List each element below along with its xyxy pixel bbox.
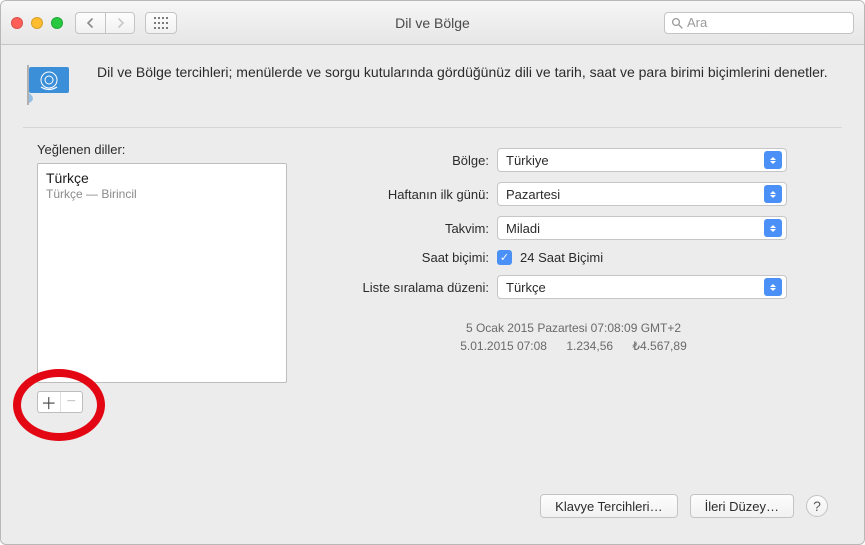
advanced-button[interactable]: İleri Düzey… bbox=[690, 494, 794, 518]
weekstart-select[interactable]: Pazartesi bbox=[497, 182, 787, 206]
chevron-left-icon bbox=[86, 18, 95, 28]
calendar-select[interactable]: Miladi bbox=[497, 216, 787, 240]
close-window-button[interactable] bbox=[11, 17, 23, 29]
language-name: Türkçe bbox=[46, 170, 278, 186]
preferences-window: Dil ve Bölge Ara Dil ve Bölge tercihleri… bbox=[0, 0, 865, 545]
region-row: Bölge: Türkiye bbox=[319, 148, 828, 172]
preferred-languages-column: Yeğlenen diller: Türkçe Türkçe — Birinci… bbox=[37, 142, 287, 431]
preferred-languages-label: Yeğlenen diller: bbox=[37, 142, 287, 157]
bottom-button-bar: Klavye Tercihleri… İleri Düzey… ? bbox=[37, 480, 828, 518]
sortorder-select[interactable]: Türkçe bbox=[497, 275, 787, 299]
language-subtitle: Türkçe — Birincil bbox=[46, 187, 278, 201]
show-all-button[interactable] bbox=[145, 12, 177, 34]
settings-panel: Yeğlenen diller: Türkçe Türkçe — Birinci… bbox=[23, 127, 842, 528]
list-item[interactable]: Türkçe Türkçe — Birincil bbox=[46, 170, 278, 201]
search-placeholder: Ara bbox=[687, 15, 707, 30]
sample-currency: ₺4.567,89 bbox=[632, 339, 686, 353]
titlebar: Dil ve Bölge Ara bbox=[1, 1, 864, 45]
region-label: Bölge: bbox=[319, 153, 489, 168]
window-controls bbox=[11, 17, 63, 29]
calendar-value: Miladi bbox=[506, 221, 540, 236]
add-remove-wrap: ＋ − bbox=[37, 391, 91, 431]
pane-description: Dil ve Bölge tercihleri; menülerde ve so… bbox=[97, 63, 828, 82]
minus-icon: − bbox=[67, 393, 76, 411]
grid-icon bbox=[154, 17, 168, 29]
format-sample: 5 Ocak 2015 Pazartesi 07:08:09 GMT+2 5.0… bbox=[319, 319, 828, 355]
back-button[interactable] bbox=[75, 12, 105, 34]
search-icon bbox=[671, 17, 683, 29]
sortorder-row: Liste sıralama düzeni: Türkçe bbox=[319, 275, 828, 299]
zoom-window-button[interactable] bbox=[51, 17, 63, 29]
sample-date: 5.01.2015 07:08 bbox=[460, 339, 547, 353]
forward-button[interactable] bbox=[105, 12, 135, 34]
timeformat-checkbox[interactable]: ✓ 24 Saat Biçimi bbox=[497, 250, 603, 265]
un-flag-icon bbox=[23, 63, 79, 107]
add-language-button[interactable]: ＋ bbox=[38, 392, 60, 412]
content-area: Dil ve Bölge tercihleri; menülerde ve so… bbox=[1, 45, 864, 544]
chevron-updown-icon bbox=[764, 151, 782, 169]
sortorder-value: Türkçe bbox=[506, 280, 546, 295]
sortorder-label: Liste sıralama düzeni: bbox=[319, 280, 489, 295]
timeformat-label: Saat biçimi: bbox=[319, 250, 489, 265]
region-value: Türkiye bbox=[506, 153, 549, 168]
search-field[interactable]: Ara bbox=[664, 12, 854, 34]
panel-body: Yeğlenen diller: Türkçe Türkçe — Birinci… bbox=[37, 142, 828, 431]
chevron-updown-icon bbox=[764, 278, 782, 296]
timeformat-checkbox-label: 24 Saat Biçimi bbox=[520, 250, 603, 265]
help-button[interactable]: ? bbox=[806, 495, 828, 517]
preferred-languages-list[interactable]: Türkçe Türkçe — Birincil bbox=[37, 163, 287, 383]
keyboard-preferences-button[interactable]: Klavye Tercihleri… bbox=[540, 494, 677, 518]
sample-number: 1.234,56 bbox=[566, 339, 613, 353]
region-settings-column: Bölge: Türkiye Haftanın ilk günü: Pazart… bbox=[319, 142, 828, 431]
header-row: Dil ve Bölge tercihleri; menülerde ve so… bbox=[23, 63, 842, 107]
sample-line1: 5 Ocak 2015 Pazartesi 07:08:09 GMT+2 bbox=[319, 319, 828, 337]
weekstart-label: Haftanın ilk günü: bbox=[319, 187, 489, 202]
weekstart-row: Haftanın ilk günü: Pazartesi bbox=[319, 182, 828, 206]
calendar-label: Takvim: bbox=[319, 221, 489, 236]
checkbox-checked-icon: ✓ bbox=[497, 250, 512, 265]
remove-language-button[interactable]: − bbox=[60, 392, 83, 412]
timeformat-row: Saat biçimi: ✓ 24 Saat Biçimi bbox=[319, 250, 828, 265]
sample-line2: 5.01.2015 07:08 1.234,56 ₺4.567,89 bbox=[319, 337, 828, 355]
chevron-right-icon bbox=[116, 18, 125, 28]
plus-icon: ＋ bbox=[41, 391, 57, 413]
nav-buttons bbox=[75, 12, 135, 34]
calendar-row: Takvim: Miladi bbox=[319, 216, 828, 240]
chevron-updown-icon bbox=[764, 219, 782, 237]
chevron-updown-icon bbox=[764, 185, 782, 203]
add-remove-group: ＋ − bbox=[37, 391, 83, 413]
minimize-window-button[interactable] bbox=[31, 17, 43, 29]
region-select[interactable]: Türkiye bbox=[497, 148, 787, 172]
weekstart-value: Pazartesi bbox=[506, 187, 560, 202]
